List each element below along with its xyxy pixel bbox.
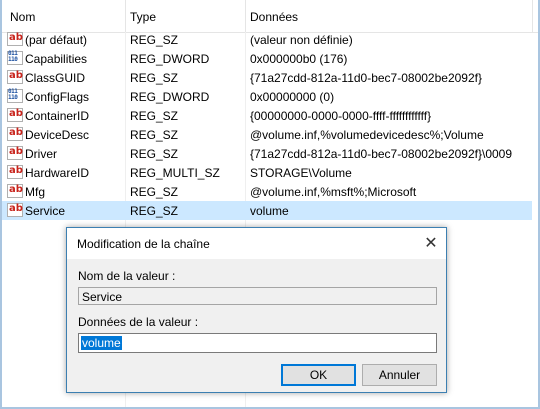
value-name: (par défaut) (25, 33, 88, 47)
value-name: ContainerID (25, 109, 90, 123)
value-type: REG_DWORD (130, 52, 210, 66)
value-name-field: Service (78, 287, 437, 305)
value-name: ConfigFlags (25, 90, 90, 104)
string-value-icon: ab (7, 32, 23, 46)
list-item[interactable]: 011 110 Capabilities REG_DWORD 0x000000b… (2, 49, 532, 68)
dialog-title: Modification de la chaîne (77, 237, 210, 251)
value-name: Service (25, 204, 66, 218)
value-data-label: Données de la valeur : (78, 315, 199, 329)
value-name: ClassGUID (25, 71, 86, 85)
value-type: REG_DWORD (130, 90, 210, 104)
value-name: Mfg (25, 185, 46, 199)
string-value-icon: ab (7, 108, 23, 122)
column-header-type[interactable]: Type (130, 10, 156, 24)
list-item[interactable]: ab ContainerID REG_SZ {00000000-0000-000… (2, 106, 532, 125)
value-data: {71a27cdd-812a-11d0-bec7-08002be2092f}\0… (250, 147, 513, 161)
string-value-icon: ab (7, 184, 23, 198)
list-item-selected[interactable]: ab Service REG_SZ volume (2, 201, 532, 220)
value-type: REG_SZ (130, 33, 179, 47)
string-value-icon: ab (7, 165, 23, 179)
value-data: @volume.inf,%volumedevicedesc%;Volume (250, 128, 484, 142)
value-data: {00000000-0000-0000-ffff-ffffffffffff} (250, 109, 432, 123)
list-item[interactable]: ab DeviceDesc REG_SZ @volume.inf,%volume… (2, 125, 532, 144)
column-separator[interactable] (532, 0, 533, 32)
list-item[interactable]: ab (par défaut) REG_SZ (valeur non défin… (2, 30, 532, 49)
value-type: REG_SZ (130, 128, 179, 142)
string-value-icon: ab (7, 127, 23, 141)
column-header-data[interactable]: Données (250, 10, 298, 24)
binary-value-icon: 011 110 (7, 51, 23, 65)
value-name: Capabilities (25, 52, 88, 66)
value-data: 0x00000000 (0) (250, 90, 335, 104)
edit-string-dialog: Modification de la chaîne ✕ Nom de la va… (66, 227, 447, 393)
value-type: REG_MULTI_SZ (130, 166, 220, 180)
value-data: volume (250, 204, 289, 218)
cancel-button[interactable]: Annuler (362, 364, 437, 386)
list-header: Nom Type Données (2, 0, 538, 33)
column-separator[interactable] (245, 0, 246, 32)
list-item[interactable]: ab Driver REG_SZ {71a27cdd-812a-11d0-bec… (2, 144, 532, 163)
value-data: (valeur non définie) (250, 33, 353, 47)
value-name-label: Nom de la valeur : (78, 269, 176, 283)
string-value-icon: ab (7, 70, 23, 84)
selected-text: volume (81, 336, 122, 350)
value-name: Driver (25, 147, 57, 161)
column-header-name[interactable]: Nom (10, 10, 35, 24)
value-data: STORAGE\Volume (250, 166, 352, 180)
list-item[interactable]: ab HardwareID REG_MULTI_SZ STORAGE\Volum… (2, 163, 532, 182)
value-name: HardwareID (25, 166, 90, 180)
value-type: REG_SZ (130, 204, 179, 218)
close-icon[interactable]: ✕ (416, 228, 446, 259)
value-type: REG_SZ (130, 109, 179, 123)
string-value-icon: ab (7, 203, 23, 217)
column-separator[interactable] (125, 0, 126, 32)
list-item[interactable]: 011 110 ConfigFlags REG_DWORD 0x00000000… (2, 87, 532, 106)
value-name: DeviceDesc (25, 128, 90, 142)
ok-button[interactable]: OK (281, 364, 356, 386)
value-data-input[interactable]: volume (78, 333, 437, 353)
list-item[interactable]: ab Mfg REG_SZ @volume.inf,%msft%;Microso… (2, 182, 532, 201)
dialog-titlebar[interactable]: Modification de la chaîne ✕ (67, 228, 446, 259)
value-type: REG_SZ (130, 147, 179, 161)
value-data: @volume.inf,%msft%;Microsoft (250, 185, 417, 199)
value-data: 0x000000b0 (176) (250, 52, 348, 66)
value-type: REG_SZ (130, 185, 179, 199)
binary-value-icon: 011 110 (7, 89, 23, 103)
string-value-icon: ab (7, 146, 23, 160)
list-item[interactable]: ab ClassGUID REG_SZ {71a27cdd-812a-11d0-… (2, 68, 532, 87)
value-data: {71a27cdd-812a-11d0-bec7-08002be2092f} (250, 71, 482, 85)
value-type: REG_SZ (130, 71, 179, 85)
